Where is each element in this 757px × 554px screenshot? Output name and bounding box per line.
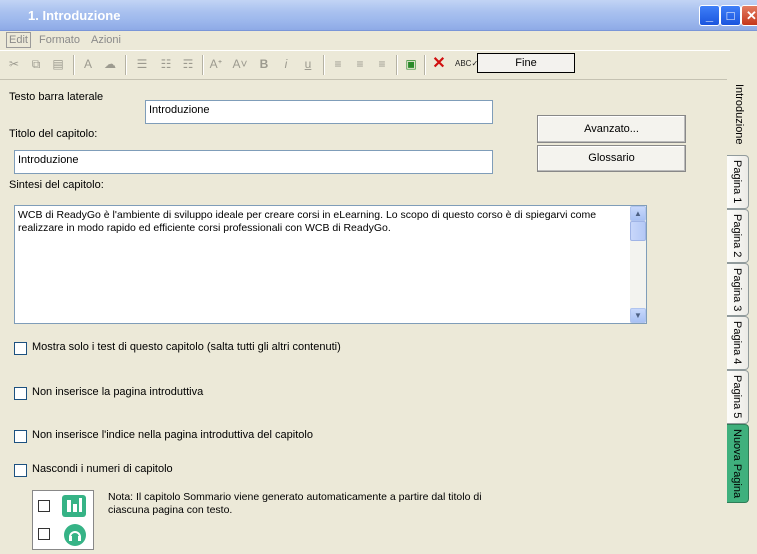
font-shrink-icon[interactable]: A˅ [232,56,248,72]
align-right-icon[interactable]: ≡ [374,56,390,72]
sidebar-text-label: Testo barra laterale [9,91,104,103]
toolbar-separator [396,55,398,75]
audio-icon [64,524,86,546]
chapter-title-label: Titolo del capitolo: [9,128,98,140]
checkbox[interactable] [14,387,27,400]
tab-pagina-3[interactable]: Pagina 3 [727,263,749,316]
maximize-button[interactable]: □ [720,5,741,26]
numbered-list-icon[interactable]: ☷ [158,56,174,72]
minimize-button[interactable]: _ [699,5,720,26]
color-icon[interactable]: ☁ [102,56,118,72]
checkbox[interactable] [14,342,27,355]
page-tabs: Introduzione Pagina 1 Pagina 2 Pagina 3 … [727,78,757,554]
tab-label: Pagina 4 [731,321,743,365]
toolbar-separator [424,55,426,75]
tab-label: Pagina 3 [731,268,743,312]
scroll-down-icon[interactable]: ▼ [630,308,646,323]
italic-icon[interactable]: i [278,56,294,72]
paste-icon[interactable]: ▤ [50,56,66,72]
toolbar-separator [73,55,75,75]
font-grow-icon[interactable]: Aᐩ [208,56,224,72]
checkbox-icon [38,528,50,540]
tab-pagina-2[interactable]: Pagina 2 [727,209,749,263]
checkbox[interactable] [14,464,27,477]
menu-azioni[interactable]: Azioni [91,34,121,46]
toolbar-separator [125,55,127,75]
option-label: Nascondi i numeri di capitolo [32,463,173,475]
tab-label: Pagina 2 [731,214,743,258]
align-center-icon[interactable]: ≡ [352,56,368,72]
tab-pagina-5[interactable]: Pagina 5 [727,370,749,424]
layout-icon [62,495,86,517]
summary-scrollbar[interactable]: ▲ ▼ [630,206,646,323]
fine-button[interactable]: Fine [477,53,575,73]
scroll-up-icon[interactable]: ▲ [630,206,646,221]
app-window: 1. Introduzione _ □ ✕ Edit Formato Azion… [0,0,757,554]
copy-icon[interactable]: ⧉ [28,56,44,72]
tab-pagina-4[interactable]: Pagina 4 [727,316,749,370]
tab-label: Pagina 5 [731,375,743,419]
underline-icon[interactable]: u [300,56,316,72]
delete-icon[interactable]: ✕ [431,56,447,72]
toolbar-separator [323,55,325,75]
option-label: Non inserisce l'indice nella pagina intr… [32,429,313,441]
title-bar: 1. Introduzione _ □ ✕ [0,0,757,31]
checkbox[interactable] [14,430,27,443]
tab-nuova-pagina[interactable]: Nuova Pagina [727,424,749,503]
summary-textarea[interactable]: WCB di ReadyGo è l'ambiente di sviluppo … [14,205,647,324]
chapter-title-field[interactable]: Introduzione [14,150,493,174]
toolbar: ✂ ⧉ ▤ A ☁ ☰ ☷ ☶ Aᐩ A˅ B i u ≡ ≡ ≡ ▣ ✕ AB… [0,50,730,80]
tab-label: Nuova Pagina [731,429,743,499]
summary-text: WCB di ReadyGo è l'ambiente di sviluppo … [18,209,597,234]
note-illustration [32,490,94,550]
glossary-button[interactable]: Glossario [537,145,686,172]
scroll-thumb[interactable] [630,221,646,241]
cut-icon[interactable]: ✂ [6,56,22,72]
font-icon[interactable]: A [80,56,96,72]
menu-bar: Edit Formato Azioni [0,31,757,49]
tab-pagina-1[interactable]: Pagina 1 [727,155,749,209]
note-text: Nota: Il capitolo Sommario viene generat… [108,491,482,516]
option-label: Mostra solo i test di questo capitolo (s… [32,341,341,353]
summary-label: Sintesi del capitolo: [9,179,104,191]
sidebar-text-field[interactable]: Introduzione [145,100,493,124]
advanced-button[interactable]: Avanzato... [537,115,686,143]
menu-edit[interactable]: Edit [6,32,31,48]
indent-icon[interactable]: ☶ [180,56,196,72]
tab-introduzione[interactable]: Introduzione [727,78,754,148]
menu-formato[interactable]: Formato [39,34,80,46]
close-button[interactable]: ✕ [741,5,757,26]
bold-icon[interactable]: B [256,56,272,72]
spellcheck-icon[interactable]: ABC✓ [455,56,478,72]
tab-label: Pagina 1 [731,160,743,204]
bullet-list-icon[interactable]: ☰ [134,56,150,72]
tab-label: Introduzione [733,84,745,145]
preview-icon[interactable]: ▣ [403,56,419,72]
option-label: Non inserisce la pagina introduttiva [32,386,204,398]
align-left-icon[interactable]: ≡ [330,56,346,72]
checkbox-icon [38,500,50,512]
toolbar-separator [202,55,204,75]
window-title: 1. Introduzione [28,8,121,23]
